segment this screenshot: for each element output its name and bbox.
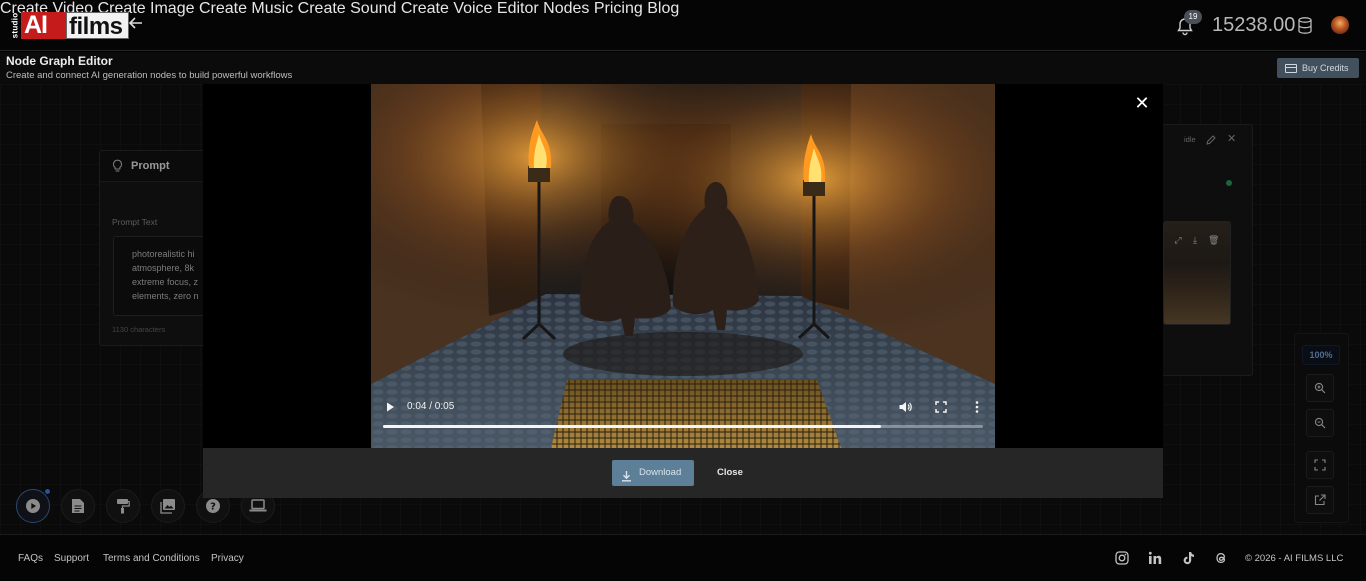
modal-close-icon[interactable]: ✕	[1132, 93, 1152, 113]
video-frame-image	[371, 84, 995, 448]
video-progress-bar[interactable]	[383, 425, 983, 428]
page-title: Node Graph Editor	[6, 54, 113, 68]
logo-films: films	[66, 12, 129, 40]
footer-link-privacy[interactable]: Privacy	[211, 553, 244, 564]
credits-balance: 15238.00	[1212, 14, 1296, 36]
nav-editor[interactable]: Editor	[497, 0, 539, 17]
nav-create-sound[interactable]: Create Sound	[298, 0, 397, 17]
kebab-menu-icon	[975, 401, 979, 413]
volume-icon	[899, 402, 912, 412]
back-arrow-icon[interactable]	[128, 14, 148, 36]
database-icon	[1298, 17, 1312, 34]
more-options-button[interactable]	[970, 400, 984, 414]
user-avatar[interactable]	[1331, 16, 1349, 34]
video-time: 0:04 / 0:05	[407, 401, 455, 412]
footer-link-support[interactable]: Support	[54, 553, 89, 564]
footer-link-terms[interactable]: Terms and Conditions	[103, 553, 200, 564]
video-player[interactable]	[371, 84, 995, 448]
video-progress-fill	[383, 425, 881, 428]
ai-films-logo[interactable]: studio AI films	[10, 11, 129, 40]
nav-blog[interactable]: Blog	[647, 0, 679, 17]
top-navigation-bar: studio AI films Create Video Create Imag…	[0, 0, 1366, 51]
logo-studio-text: studio	[10, 12, 20, 39]
notification-count-badge: 19	[1184, 10, 1202, 24]
volume-button[interactable]	[898, 400, 912, 414]
threads-icon[interactable]	[1214, 551, 1228, 565]
logo-studio: studio	[10, 12, 20, 39]
download-label: Download	[639, 467, 682, 478]
nav-pricing[interactable]: Pricing	[594, 0, 643, 17]
logo-ai: AI	[21, 12, 67, 39]
modal-footer: Download Close	[203, 448, 1163, 498]
nav-create-music[interactable]: Create Music	[199, 0, 293, 17]
buy-credits-label: Buy Credits	[1302, 63, 1349, 73]
buy-credits-button[interactable]: Buy Credits	[1277, 58, 1359, 78]
copyright-text: © 2026 - AI FILMS LLC	[1245, 553, 1344, 564]
close-button[interactable]: Close	[717, 467, 743, 478]
download-button[interactable]: Download	[612, 460, 694, 486]
download-icon	[621, 467, 632, 482]
linkedin-icon[interactable]	[1148, 551, 1162, 565]
play-button[interactable]	[383, 400, 397, 414]
page-footer: FAQs Support Terms and Conditions Privac…	[0, 534, 1366, 581]
footer-link-faqs[interactable]: FAQs	[18, 553, 43, 564]
play-icon	[387, 402, 394, 412]
page-subtitle: Create and connect AI generation nodes t…	[6, 70, 293, 81]
nav-nodes[interactable]: Nodes	[543, 0, 589, 17]
nav-create-voice[interactable]: Create Voice	[401, 0, 493, 17]
fullscreen-button[interactable]	[934, 400, 948, 414]
credit-card-icon	[1285, 64, 1297, 73]
tiktok-icon[interactable]	[1181, 551, 1195, 565]
editor-header: Node Graph Editor Create and connect AI …	[0, 52, 1366, 84]
fullscreen-icon	[935, 401, 947, 413]
instagram-icon[interactable]	[1115, 551, 1129, 565]
